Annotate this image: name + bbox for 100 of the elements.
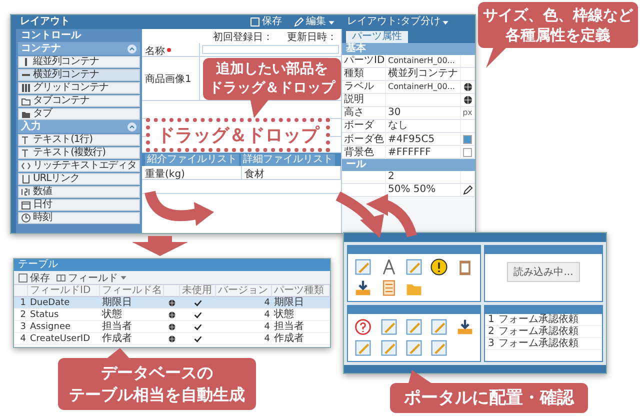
section-header: ール (342, 159, 475, 171)
control-item[interactable]: 横並列コンテナ (18, 69, 140, 81)
document-pencil-icon (430, 339, 448, 358)
list-item[interactable]: フォーム承認依頼 (498, 314, 578, 326)
control-item[interactable]: リッチテキストエディタ (18, 160, 140, 172)
save-icon (18, 272, 28, 282)
column-header: バージョン (216, 285, 272, 297)
inbox-icon (354, 279, 372, 298)
properties-tab[interactable]: パーツ属性 (346, 31, 408, 43)
row-number: 2 (14, 309, 28, 321)
property-value[interactable]: 横並列コンテナ (386, 68, 461, 80)
field-label: 食材 (242, 166, 341, 179)
input-field[interactable] (202, 45, 339, 54)
control-item[interactable]: テキスト(複数行) (18, 147, 140, 159)
callout-bubble: 追加したい部品を ドラッグ＆ドロップ (203, 58, 341, 100)
edit-icon (462, 185, 472, 195)
curved-arrow (144, 190, 214, 226)
property-label: パーツID (342, 55, 386, 67)
globe-icon (168, 322, 176, 330)
globe-icon (168, 334, 176, 342)
control-item[interactable]: テキスト(1行) (18, 134, 140, 146)
document-pencil-icon (404, 318, 423, 336)
row-number: 1 (488, 314, 494, 326)
table-cell: 4 (216, 333, 272, 345)
drag-drop-label: ドラッグ＆ドロップ (146, 118, 330, 152)
table-cell: 4 (216, 309, 272, 321)
collapse-icon (127, 122, 137, 132)
document-pencil-icon (354, 339, 372, 358)
toolbar-button[interactable]: 編集 (292, 16, 337, 28)
table-cell: 作成者 (100, 333, 164, 345)
calendar-icon (21, 200, 31, 210)
toolbar-button[interactable]: 保存 (18, 270, 50, 284)
table-cell: DueDate (28, 297, 100, 309)
row-number: 3 (488, 338, 494, 350)
table-cell: 4 (216, 321, 272, 333)
table-cell: Status (28, 309, 100, 321)
field-label: 重量(kg) (142, 166, 242, 179)
toolbar-button[interactable]: 保存 (248, 16, 284, 28)
property-label: ボーダ (342, 120, 386, 132)
property-label: 説明 (342, 94, 386, 106)
inbox-icon (456, 318, 474, 336)
control-item[interactable]: 日付 (18, 199, 140, 211)
globe-icon (168, 310, 176, 318)
row-number: 4 (14, 333, 28, 345)
caret-icon (120, 274, 127, 281)
property-value[interactable]: ContainerH_00... (386, 55, 461, 67)
number-icon (21, 187, 31, 197)
column-header: フィールドID (28, 285, 100, 297)
table-cell: 期限日 (272, 297, 330, 309)
table-cell: 期限日 (100, 297, 164, 309)
globe-icon (168, 298, 176, 306)
document-pencil-icon (430, 318, 448, 336)
down-arrow (132, 236, 188, 256)
property-value[interactable]: なし (386, 120, 461, 132)
column-header: パーツ種類 (272, 285, 330, 297)
row-number: 3 (14, 321, 28, 333)
table-cell: Assignee (28, 321, 100, 333)
color-swatch[interactable] (463, 135, 472, 144)
list-item[interactable]: フォーム承認依頼 (498, 326, 578, 338)
color-swatch[interactable] (463, 148, 472, 157)
link-icon (21, 174, 31, 184)
code-icon (21, 161, 31, 171)
document-pencil-icon (354, 258, 372, 276)
property-label: ラベル (342, 81, 386, 93)
control-item[interactable]: グリッドコンテナ (18, 82, 140, 94)
columns-icon (56, 272, 66, 282)
collapse-icon (127, 44, 137, 54)
document-pencil-icon (404, 339, 423, 358)
property-value[interactable]: ContainerH_00... (386, 81, 461, 93)
list-item[interactable]: フォーム承認依頼 (498, 338, 578, 350)
form-meta-label: 初回登録日： (213, 30, 273, 42)
unit-label: px (462, 107, 472, 119)
text-icon (21, 148, 31, 158)
property-value[interactable]: 30 (386, 107, 461, 119)
toolbar-button[interactable]: フィールド (56, 270, 127, 284)
sidebar-title: コントロール (20, 29, 82, 42)
control-item[interactable]: 縦並列コンテナ (18, 56, 140, 68)
callout-pointer (486, 46, 508, 68)
control-item[interactable]: 時刻 (18, 212, 140, 224)
control-item[interactable]: URLリンク (18, 173, 140, 185)
document-pencil-icon (380, 318, 398, 336)
callout-pointer (408, 370, 434, 385)
window-title: レイアウト (20, 16, 71, 28)
control-item[interactable]: 数値 (18, 186, 140, 198)
callout-bubble: データベースの テーブル相当を自動生成 (58, 358, 256, 410)
curved-arrow (366, 194, 417, 238)
table-cell: 担当者 (272, 321, 330, 333)
save-icon (250, 17, 260, 27)
table-cell: CreateUserID (28, 333, 100, 345)
table-cell: 状態 (100, 309, 164, 321)
column-header: 未使用 (180, 285, 216, 297)
caret-icon (442, 18, 450, 26)
toolbar-button[interactable]: レイアウト:タブ分け (345, 16, 452, 28)
edit-icon (294, 17, 304, 27)
loading-button[interactable]: 読み込み中... (506, 262, 580, 282)
field-label: 名称 (142, 43, 200, 56)
control-item[interactable]: タブコンテナ (18, 95, 140, 107)
table-cell: 担当者 (100, 321, 164, 333)
column-header: フィールド名 (100, 285, 164, 297)
control-item[interactable]: タブ (18, 108, 140, 120)
